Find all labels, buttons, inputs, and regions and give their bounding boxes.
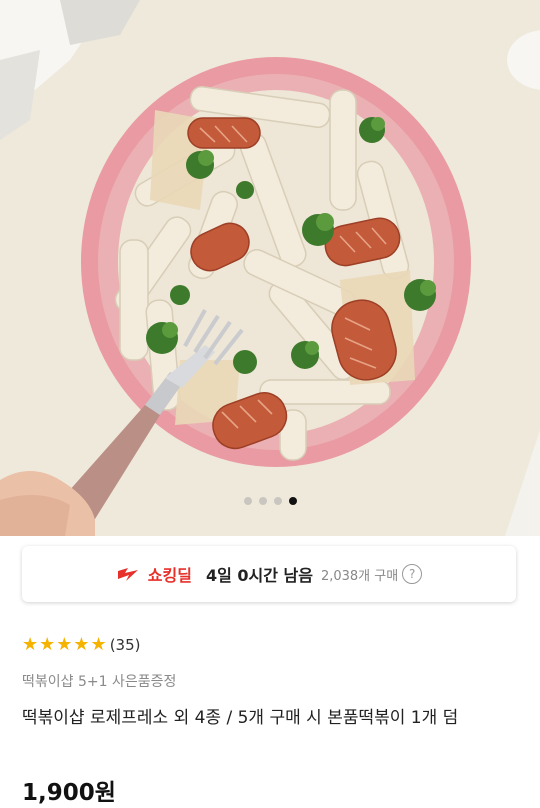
carousel-indicator[interactable]: [0, 497, 540, 505]
carousel-dot-active[interactable]: [288, 497, 297, 505]
product-title: 떡볶이샵 로제프레소 외 4종 / 5개 구매 시 본품떡볶이 1개 덤: [22, 708, 459, 728]
purchase-count: 2,038개 구매: [320, 568, 399, 584]
rating[interactable]: ★★★★★ (35): [22, 634, 140, 655]
star-rating-icon: ★★★★★: [22, 634, 108, 655]
seller-brand[interactable]: 떡볶이샵 5+1 사은품증정: [22, 671, 176, 691]
carousel-dot[interactable]: [243, 497, 252, 505]
product-image-carousel[interactable]: [0, 0, 540, 536]
carousel-dot[interactable]: [258, 497, 267, 505]
deal-name: 쇼킹딜: [147, 566, 192, 585]
price-value: 1,900: [22, 780, 95, 806]
review-count: (35): [109, 635, 141, 654]
product-price: 1,900원: [22, 773, 116, 807]
price-unit: 원: [94, 780, 116, 806]
info-icon[interactable]: ?: [402, 564, 423, 584]
deal-time-left: 4일 0시간 남음: [205, 566, 313, 585]
shocking-deal-banner[interactable]: 쇼킹딜 4일 0시간 남음 2,038개 구매 ?: [22, 546, 516, 602]
shocking-deal-icon: [117, 568, 138, 581]
product-photo: [0, 0, 540, 536]
carousel-dot[interactable]: [273, 497, 282, 505]
